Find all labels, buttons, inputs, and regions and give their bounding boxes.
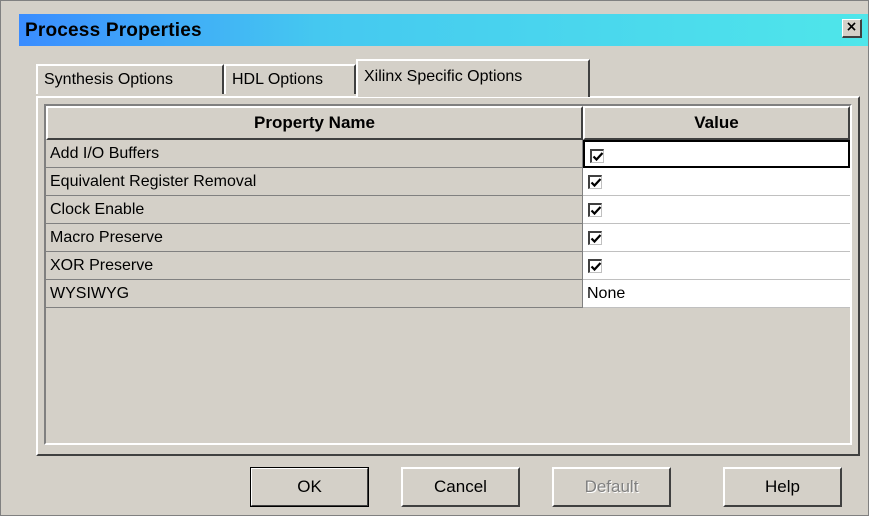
- property-grid: Property Name Value Add I/O Buffers Equi…: [44, 104, 852, 445]
- property-value-cell[interactable]: [583, 168, 850, 196]
- tab-hdl-options[interactable]: HDL Options: [224, 64, 356, 94]
- ok-button[interactable]: OK: [250, 467, 369, 507]
- add-io-buffers-checkbox[interactable]: [590, 149, 604, 163]
- cancel-button[interactable]: Cancel: [401, 467, 520, 507]
- table-row: Add I/O Buffers: [46, 140, 850, 168]
- table-row: XOR Preserve: [46, 252, 850, 280]
- property-value-cell[interactable]: [583, 196, 850, 224]
- property-value-cell[interactable]: [583, 224, 850, 252]
- clock-enable-checkbox[interactable]: [588, 203, 602, 217]
- window-title: Process Properties: [25, 20, 202, 41]
- column-header-property-name[interactable]: Property Name: [46, 106, 583, 140]
- property-value-cell[interactable]: [583, 252, 850, 280]
- table-row: Equivalent Register Removal: [46, 168, 850, 196]
- check-icon: [590, 206, 602, 216]
- column-header-value[interactable]: Value: [583, 106, 850, 140]
- button-label: OK: [297, 477, 322, 496]
- xor-preserve-checkbox[interactable]: [588, 259, 602, 273]
- button-label: Cancel: [434, 477, 487, 496]
- table-row: Clock Enable: [46, 196, 850, 224]
- close-button[interactable]: ×: [842, 19, 862, 38]
- property-value-cell[interactable]: [583, 140, 850, 168]
- title-bar[interactable]: Process Properties ×: [19, 14, 868, 46]
- process-properties-dialog: Process Properties × Synthesis Options H…: [0, 0, 869, 516]
- property-name-cell[interactable]: WYSIWYG: [46, 280, 583, 308]
- property-name-cell[interactable]: Equivalent Register Removal: [46, 168, 583, 196]
- check-icon: [592, 152, 604, 162]
- check-icon: [590, 178, 602, 188]
- check-icon: [590, 262, 602, 272]
- button-label: Default: [584, 477, 639, 496]
- tab-label: Synthesis Options: [44, 71, 173, 88]
- property-name-cell[interactable]: Macro Preserve: [46, 224, 583, 252]
- tab-xilinx-specific-options[interactable]: Xilinx Specific Options: [356, 59, 590, 97]
- check-icon: [590, 234, 602, 244]
- column-header-label: Value: [694, 113, 739, 132]
- wysiwyg-value-dropdown[interactable]: None: [583, 280, 850, 308]
- tab-panel: Property Name Value Add I/O Buffers Equi…: [36, 96, 860, 456]
- property-name-cell[interactable]: Clock Enable: [46, 196, 583, 224]
- tab-label: HDL Options: [232, 71, 323, 88]
- help-button[interactable]: Help: [723, 467, 842, 507]
- button-label: Help: [765, 477, 800, 496]
- equivalent-register-removal-checkbox[interactable]: [588, 175, 602, 189]
- property-name-cell[interactable]: Add I/O Buffers: [46, 140, 583, 168]
- tab-label: Xilinx Specific Options: [364, 68, 523, 85]
- table-row: Macro Preserve: [46, 224, 850, 252]
- table-row: WYSIWYG None: [46, 280, 850, 308]
- macro-preserve-checkbox[interactable]: [588, 231, 602, 245]
- default-button: Default: [552, 467, 671, 507]
- property-name-cell[interactable]: XOR Preserve: [46, 252, 583, 280]
- close-icon: ×: [845, 19, 858, 35]
- column-header-label: Property Name: [254, 113, 375, 132]
- tab-synthesis-options[interactable]: Synthesis Options: [36, 64, 224, 94]
